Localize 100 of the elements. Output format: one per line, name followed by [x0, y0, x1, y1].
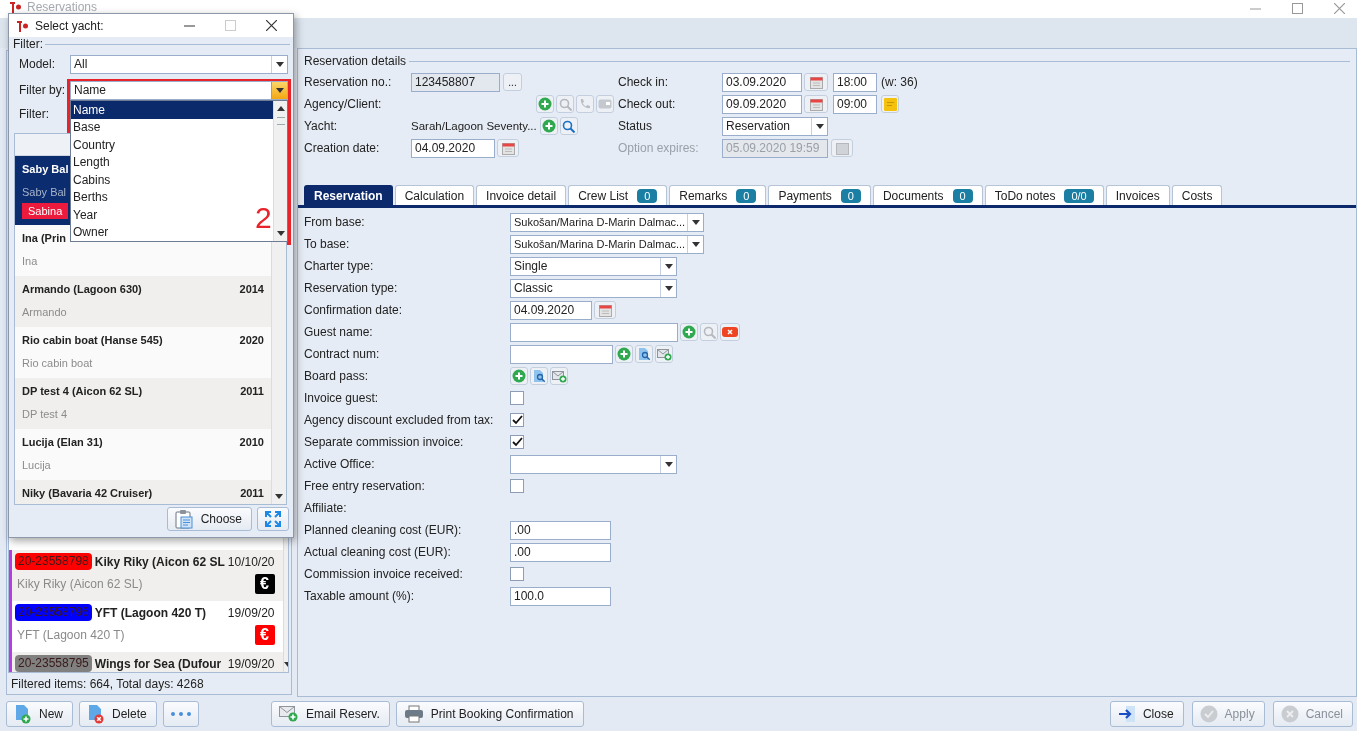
- more-button[interactable]: [162, 701, 199, 727]
- date-field[interactable]: 09.09.2020: [722, 94, 802, 114]
- mail-button[interactable]: [550, 367, 568, 385]
- add-button[interactable]: [680, 323, 698, 341]
- dropdown[interactable]: Sukošan/Marina D-Marin Dalmac...: [510, 234, 704, 254]
- phone-icon: [579, 98, 591, 110]
- list-row[interactable]: Lucija (Elan 31) 2010 Lucija: [15, 429, 271, 480]
- scroll-up-icon[interactable]: [276, 106, 285, 111]
- dropdown-option[interactable]: Berths: [71, 188, 110, 206]
- calendar-button[interactable]: [497, 139, 519, 157]
- calendar-button[interactable]: [831, 139, 853, 157]
- scrollbar[interactable]: [273, 101, 287, 241]
- scroll-down-icon[interactable]: [275, 494, 283, 499]
- list-row[interactable]: 20-23558798 Kiky Riky (Aicon 62 SL 10/10/20 Kiky Riky (Aicon 62 SL) €: [9, 550, 283, 601]
- dropdown[interactable]: Reservation: [722, 116, 828, 136]
- add-button[interactable]: [615, 345, 633, 363]
- note-button[interactable]: [881, 95, 899, 113]
- text-field[interactable]: .00: [510, 520, 611, 540]
- tab[interactable]: ToDo notes 0/0: [984, 185, 1104, 205]
- time-field[interactable]: 09:00: [833, 94, 877, 114]
- checkbox[interactable]: [510, 567, 524, 581]
- dropdown-option[interactable]: Base: [71, 118, 103, 136]
- text-field[interactable]: [510, 322, 678, 342]
- mail-button[interactable]: [655, 345, 673, 363]
- time-field[interactable]: 18:00: [833, 72, 877, 92]
- list-row[interactable]: Niky (Bavaria 42 Cruiser) 2011: [15, 480, 271, 504]
- calendar-button[interactable]: [594, 301, 616, 319]
- add-button[interactable]: [510, 367, 528, 385]
- action-button[interactable]: New: [6, 701, 73, 727]
- dropdown-option[interactable]: Cabins: [71, 171, 113, 189]
- caret-icon: [691, 219, 700, 225]
- search-button[interactable]: [530, 367, 548, 385]
- dropdown-option[interactable]: Country: [71, 136, 118, 154]
- dropdown[interactable]: Sukošan/Marina D-Marin Dalmac...: [510, 212, 704, 232]
- text-field[interactable]: 100.0: [510, 586, 611, 606]
- text-field[interactable]: [510, 344, 613, 364]
- list-row[interactable]: DP test 4 (Aicon 62 SL) 2011 DP test 4: [15, 378, 271, 429]
- choose-button[interactable]: Choose: [166, 507, 252, 531]
- add-button[interactable]: [536, 95, 554, 113]
- dropdown-option[interactable]: Owner: [71, 223, 111, 241]
- dropdown-option[interactable]: Year: [71, 206, 100, 224]
- yacht-name: Wings for Sea (Dufour: [94, 656, 223, 671]
- count-badge: 0: [952, 188, 973, 203]
- note-icon: [883, 97, 897, 111]
- search-icon: [702, 325, 716, 339]
- action-button[interactable]: Email Reserv.: [271, 701, 390, 727]
- list-row[interactable]: Armando (Lagoon 630) 2014 Armando: [15, 276, 271, 327]
- card-button[interactable]: [596, 95, 614, 113]
- checkbox[interactable]: [510, 413, 524, 427]
- yacht-model: Kiky Riky (Aicon 62 SL): [16, 576, 143, 591]
- maximize-icon[interactable]: [1292, 3, 1303, 14]
- add-button[interactable]: [539, 117, 558, 135]
- date-field[interactable]: 04.09.2020: [510, 300, 592, 320]
- expand-button[interactable]: [257, 507, 289, 531]
- action-button[interactable]: Close: [1109, 701, 1184, 727]
- tab[interactable]: Calculation: [394, 185, 475, 205]
- checkbox[interactable]: [510, 435, 524, 449]
- checkbox[interactable]: [510, 391, 524, 405]
- maximize-icon[interactable]: [225, 20, 236, 31]
- calendar-button[interactable]: [804, 73, 828, 91]
- date-field[interactable]: 04.09.2020: [411, 138, 495, 158]
- reservation-number-field: 123458807: [411, 72, 500, 92]
- dropdown-option[interactable]: Name: [71, 101, 273, 119]
- close-icon[interactable]: [266, 20, 277, 31]
- list-row[interactable]: 20-23558795 Wings for Sea (Dufour 19/09/20: [9, 652, 283, 672]
- dropdown[interactable]: [510, 454, 677, 474]
- count-badge: 0: [840, 188, 861, 203]
- caret-icon: [275, 87, 284, 93]
- tab[interactable]: Invoice detail: [476, 185, 567, 205]
- field-label: Actual cleaning cost (EUR):: [304, 545, 452, 559]
- yacht-subtitle: Rio cabin boat: [22, 356, 93, 371]
- scroll-down-icon[interactable]: [276, 231, 285, 236]
- tab[interactable]: Costs: [1171, 185, 1223, 205]
- tab[interactable]: Payments 0: [768, 185, 871, 205]
- caret-icon: [664, 461, 673, 467]
- action-button[interactable]: Print Booking Confirmation: [395, 701, 584, 727]
- tab[interactable]: Documents 0: [872, 185, 983, 205]
- yacht-year: 2011: [240, 487, 264, 499]
- list-row[interactable]: Rio cabin boat (Hanse 545) 2020 Rio cabin boat: [15, 327, 271, 378]
- clear-button[interactable]: [720, 323, 740, 341]
- search-button[interactable]: [635, 345, 653, 363]
- date-field[interactable]: 03.09.2020: [722, 72, 802, 92]
- plus-icon: [512, 369, 526, 383]
- text-field[interactable]: .00: [510, 542, 611, 562]
- dropdown[interactable]: Single: [510, 256, 677, 276]
- more-button[interactable]: ...: [503, 73, 522, 91]
- tab[interactable]: Crew List 0: [568, 185, 668, 205]
- dropdown[interactable]: All: [70, 54, 288, 74]
- tab[interactable]: Remarks 0: [669, 185, 767, 205]
- search-button[interactable]: [559, 117, 578, 135]
- dropdown[interactable]: Classic: [510, 278, 677, 298]
- tab[interactable]: Reservation: [304, 185, 393, 205]
- arrow-right-icon: [1117, 705, 1136, 723]
- calendar-button[interactable]: [804, 95, 828, 113]
- new-document-icon: [14, 704, 32, 724]
- count-badge: 0/0: [1064, 188, 1094, 203]
- tab[interactable]: Invoices: [1105, 185, 1170, 205]
- dropdown-option[interactable]: Length: [71, 153, 112, 171]
- checkbox[interactable]: [510, 479, 524, 493]
- action-button[interactable]: Delete: [79, 701, 157, 727]
